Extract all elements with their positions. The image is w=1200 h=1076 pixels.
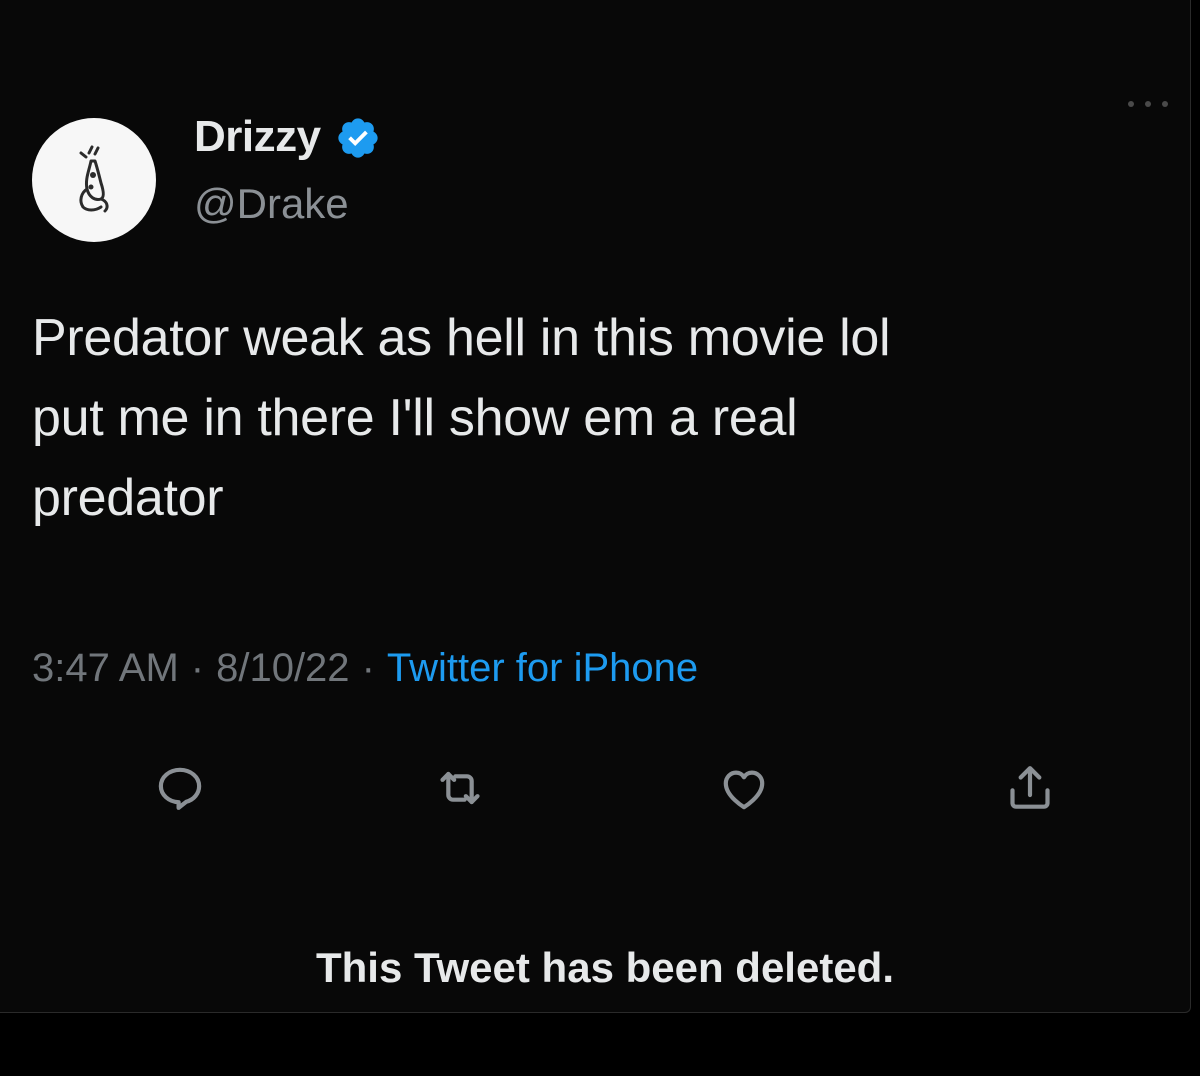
reply-icon: [158, 767, 202, 810]
tweet-date[interactable]: 8/10/22: [216, 646, 349, 691]
share-button[interactable]: [998, 756, 1062, 820]
meta-separator: ·: [361, 646, 375, 690]
display-name[interactable]: Drizzy: [194, 112, 321, 162]
retweet-button[interactable]: [428, 756, 492, 820]
tweet-actions: [0, 756, 1190, 826]
like-icon: [723, 770, 765, 810]
verified-badge-icon: [337, 118, 378, 158]
reply-button[interactable]: [148, 756, 212, 820]
author-name-row: Drizzy: [194, 112, 381, 162]
retweet-icon: [440, 771, 480, 805]
more-dot: [1128, 101, 1134, 107]
tweet-text: Predator weak as hell in this movie lol …: [32, 309, 891, 527]
like-button[interactable]: [712, 756, 776, 820]
share-icon: [1010, 766, 1050, 809]
screenshot-frame: Drizzy @Drake Predator weak as hell in t…: [0, 0, 1200, 1076]
deleted-tweet-notice: This Tweet has been deleted.: [315, 944, 895, 991]
more-options-icon[interactable]: [1128, 96, 1168, 112]
avatar[interactable]: [32, 118, 156, 242]
meta-separator: ·: [190, 646, 205, 690]
tweet-card: Drizzy @Drake Predator weak as hell in t…: [0, 0, 1191, 1013]
tweet-meta: 3:47 AM · 8/10/22 · Twitter for iPhone: [32, 646, 698, 691]
more-dot: [1162, 101, 1168, 107]
praying-hands-icon: [79, 145, 109, 213]
tweet-source-link[interactable]: Twitter for iPhone: [387, 646, 698, 691]
author-handle[interactable]: @Drake: [194, 180, 349, 228]
more-dot: [1145, 101, 1151, 107]
tweet-time[interactable]: 3:47 AM: [32, 646, 179, 691]
